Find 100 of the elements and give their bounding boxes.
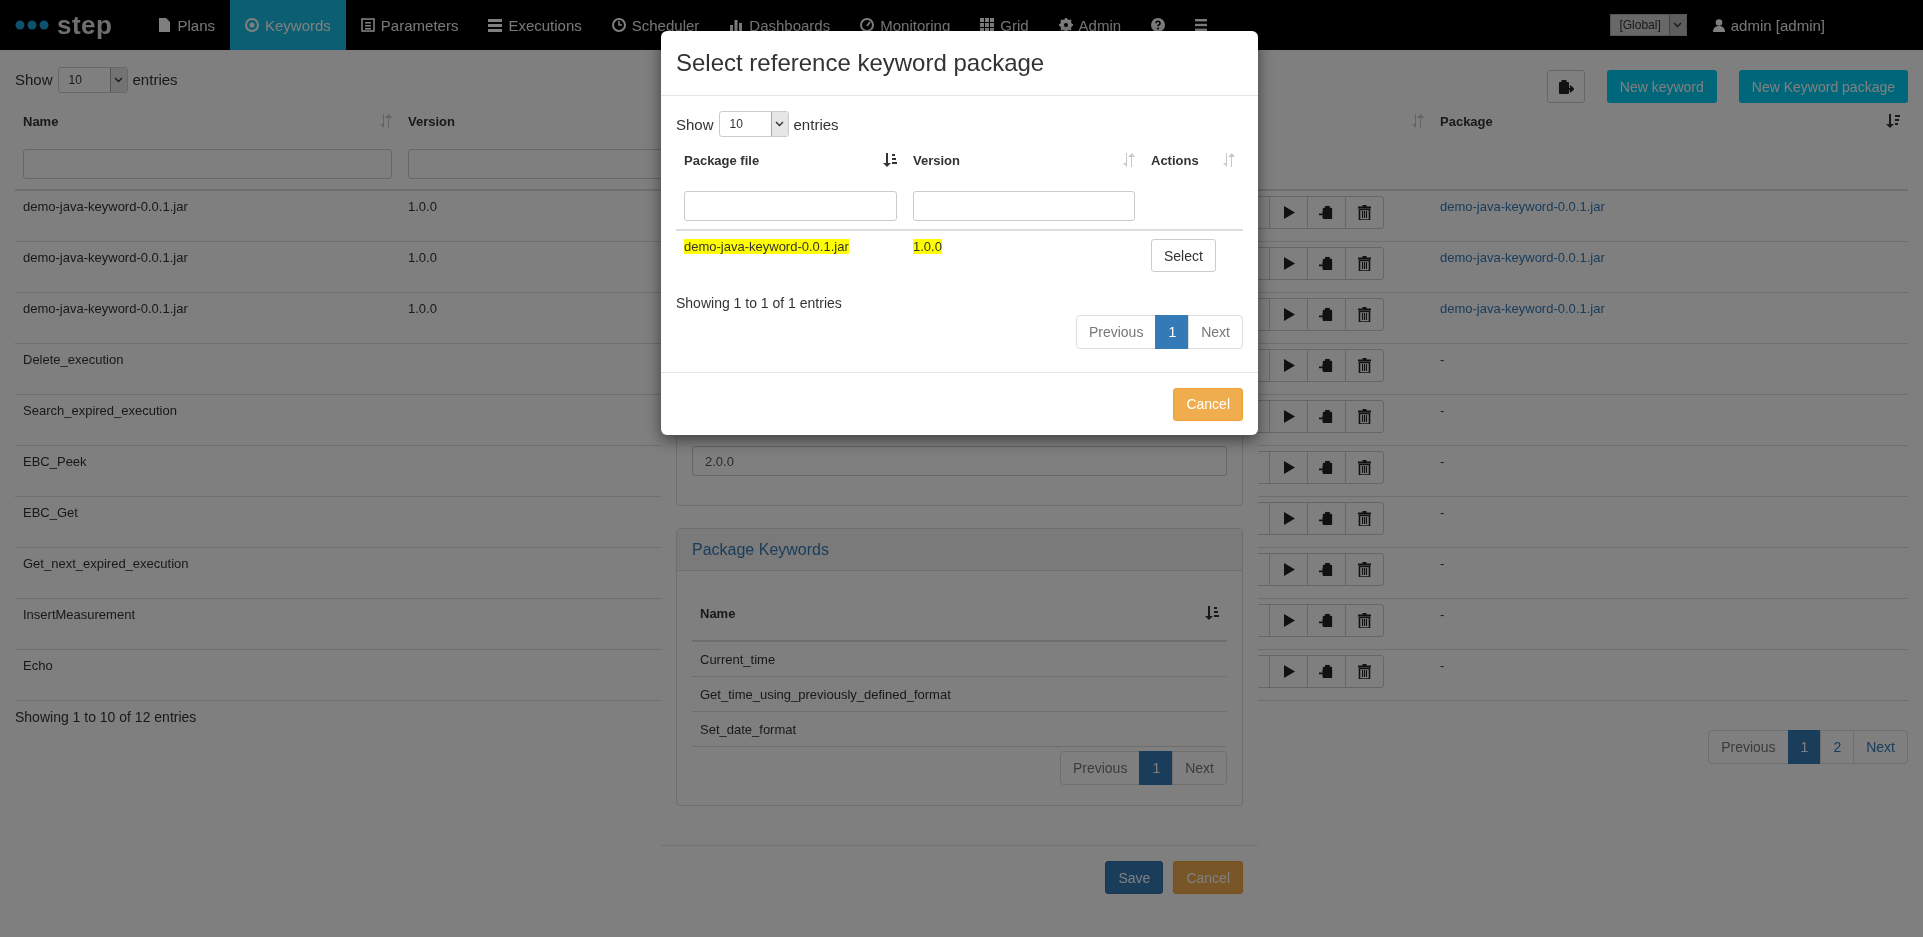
table-cell: demo-java-keyword-0.0.1.jar (23, 301, 188, 316)
caret-icon (1668, 15, 1686, 35)
play-icon (1282, 359, 1295, 372)
page-button[interactable]: 1 (1139, 751, 1174, 785)
run-button[interactable] (1269, 196, 1308, 229)
delete-button[interactable] (1345, 298, 1384, 331)
column-header[interactable]: Version (408, 113, 455, 129)
package-link[interactable]: demo-java-keyword-0.0.1.jar (1440, 301, 1605, 316)
table-cell: InsertMeasurement (23, 607, 135, 622)
page-length-select[interactable]: 10 (718, 111, 789, 137)
save-button[interactable]: Save (1105, 861, 1164, 894)
column-header[interactable]: Actions (1151, 152, 1199, 168)
run-button[interactable] (1269, 451, 1308, 484)
delete-button[interactable] (1345, 349, 1384, 382)
play-icon (1282, 614, 1295, 627)
column-header[interactable]: Name (700, 605, 736, 621)
run-button[interactable] (1269, 604, 1308, 637)
page-length-select[interactable]: 10 (57, 66, 128, 93)
play-icon (1282, 512, 1295, 525)
entries-label: entries (132, 71, 178, 88)
delete-button[interactable] (1345, 655, 1384, 688)
run-button[interactable] (1269, 298, 1308, 331)
caret-icon (770, 112, 788, 136)
sort-icon[interactable] (883, 153, 897, 167)
table-cell: Echo (23, 658, 53, 673)
delete-button[interactable] (1345, 196, 1384, 229)
server-icon (488, 19, 503, 32)
nav-tab[interactable]: Scheduler (596, 0, 715, 50)
version-field[interactable]: 2.0.0 (692, 446, 1227, 476)
nav-tab[interactable]: Grid (965, 0, 1044, 50)
delete-button[interactable] (1345, 604, 1384, 637)
table-cell: - (1440, 556, 1445, 571)
column-header[interactable]: Name (23, 113, 59, 129)
import-button[interactable] (1307, 655, 1346, 688)
page-button[interactable]: 2 (1820, 730, 1855, 764)
column-header[interactable]: Version (913, 152, 960, 168)
select-button[interactable]: Select (1151, 239, 1216, 272)
table-cell: demo-java-keyword-0.0.1.jar (23, 199, 188, 214)
import-button[interactable] (1307, 451, 1346, 484)
import-button[interactable] (1307, 298, 1346, 331)
import-button[interactable] (1307, 349, 1346, 382)
filter-field[interactable] (684, 191, 897, 221)
filter-field[interactable] (23, 149, 392, 179)
play-icon (1282, 563, 1295, 576)
clipboard-icon (1319, 562, 1334, 577)
trash-icon (1358, 307, 1371, 322)
nav-tab[interactable]: Plans (142, 0, 230, 50)
run-button[interactable] (1269, 502, 1308, 535)
nav-tab[interactable]: Executions (473, 0, 597, 50)
run-button[interactable] (1269, 553, 1308, 586)
package-link[interactable]: demo-java-keyword-0.0.1.jar (1440, 250, 1605, 265)
run-button[interactable] (1269, 655, 1308, 688)
delete-button[interactable] (1345, 400, 1384, 433)
table-cell: - (1440, 505, 1445, 520)
list-icon (361, 18, 375, 32)
logo-icon (15, 20, 49, 30)
import-button[interactable] (1307, 553, 1346, 586)
trash-icon (1358, 409, 1371, 424)
import-button[interactable] (1307, 247, 1346, 280)
run-button[interactable] (1269, 400, 1308, 433)
play-icon (1282, 206, 1295, 219)
import-button[interactable] (1307, 400, 1346, 433)
logo-text: step (57, 9, 113, 41)
table-cell: 1.0.0 (913, 239, 942, 254)
filter-field[interactable] (913, 191, 1135, 221)
run-button[interactable] (1269, 349, 1308, 382)
user-name[interactable]: admin [admin] (1730, 16, 1825, 34)
trash-icon (1358, 358, 1371, 373)
column-header[interactable]: Package (1440, 113, 1493, 129)
scope-select[interactable]: [Global] (1610, 14, 1687, 36)
trash-icon (1358, 256, 1371, 271)
page-button[interactable]: 1 (1787, 730, 1822, 764)
column-header[interactable]: Package file (684, 152, 760, 168)
delete-button[interactable] (1345, 451, 1384, 484)
nav-tab[interactable]: Admin (1043, 0, 1137, 50)
run-button[interactable] (1269, 247, 1308, 280)
page-button[interactable]: 1 (1155, 315, 1190, 349)
table-cell: EBC_Get (23, 505, 78, 520)
trash-icon (1358, 460, 1371, 475)
delete-button[interactable] (1345, 553, 1384, 586)
delete-button[interactable] (1345, 502, 1384, 535)
show-label: Show (15, 71, 53, 88)
play-icon (1282, 461, 1295, 474)
panel-title: Package Keywords (692, 540, 829, 559)
table-cell: Search_expired_execution (23, 403, 177, 418)
table-cell: demo-java-keyword-0.0.1.jar (684, 239, 849, 254)
clipboard-icon (1319, 511, 1334, 526)
import-button[interactable] (1307, 196, 1346, 229)
import-button[interactable] (1307, 502, 1346, 535)
package-link[interactable]: demo-java-keyword-0.0.1.jar (1440, 199, 1605, 214)
import-button[interactable] (1307, 604, 1346, 637)
clipboard-icon (1319, 613, 1334, 628)
table-cell: Delete_execution (23, 352, 124, 367)
table-cell: 1.0.0 (408, 301, 437, 316)
trash-icon (1358, 613, 1371, 628)
import-button[interactable] (1546, 70, 1585, 103)
nav-tab[interactable]: Monitoring (845, 0, 966, 50)
delete-button[interactable] (1345, 247, 1384, 280)
page-button[interactable]: Next (1853, 730, 1908, 764)
clipboard-icon (1557, 78, 1574, 95)
